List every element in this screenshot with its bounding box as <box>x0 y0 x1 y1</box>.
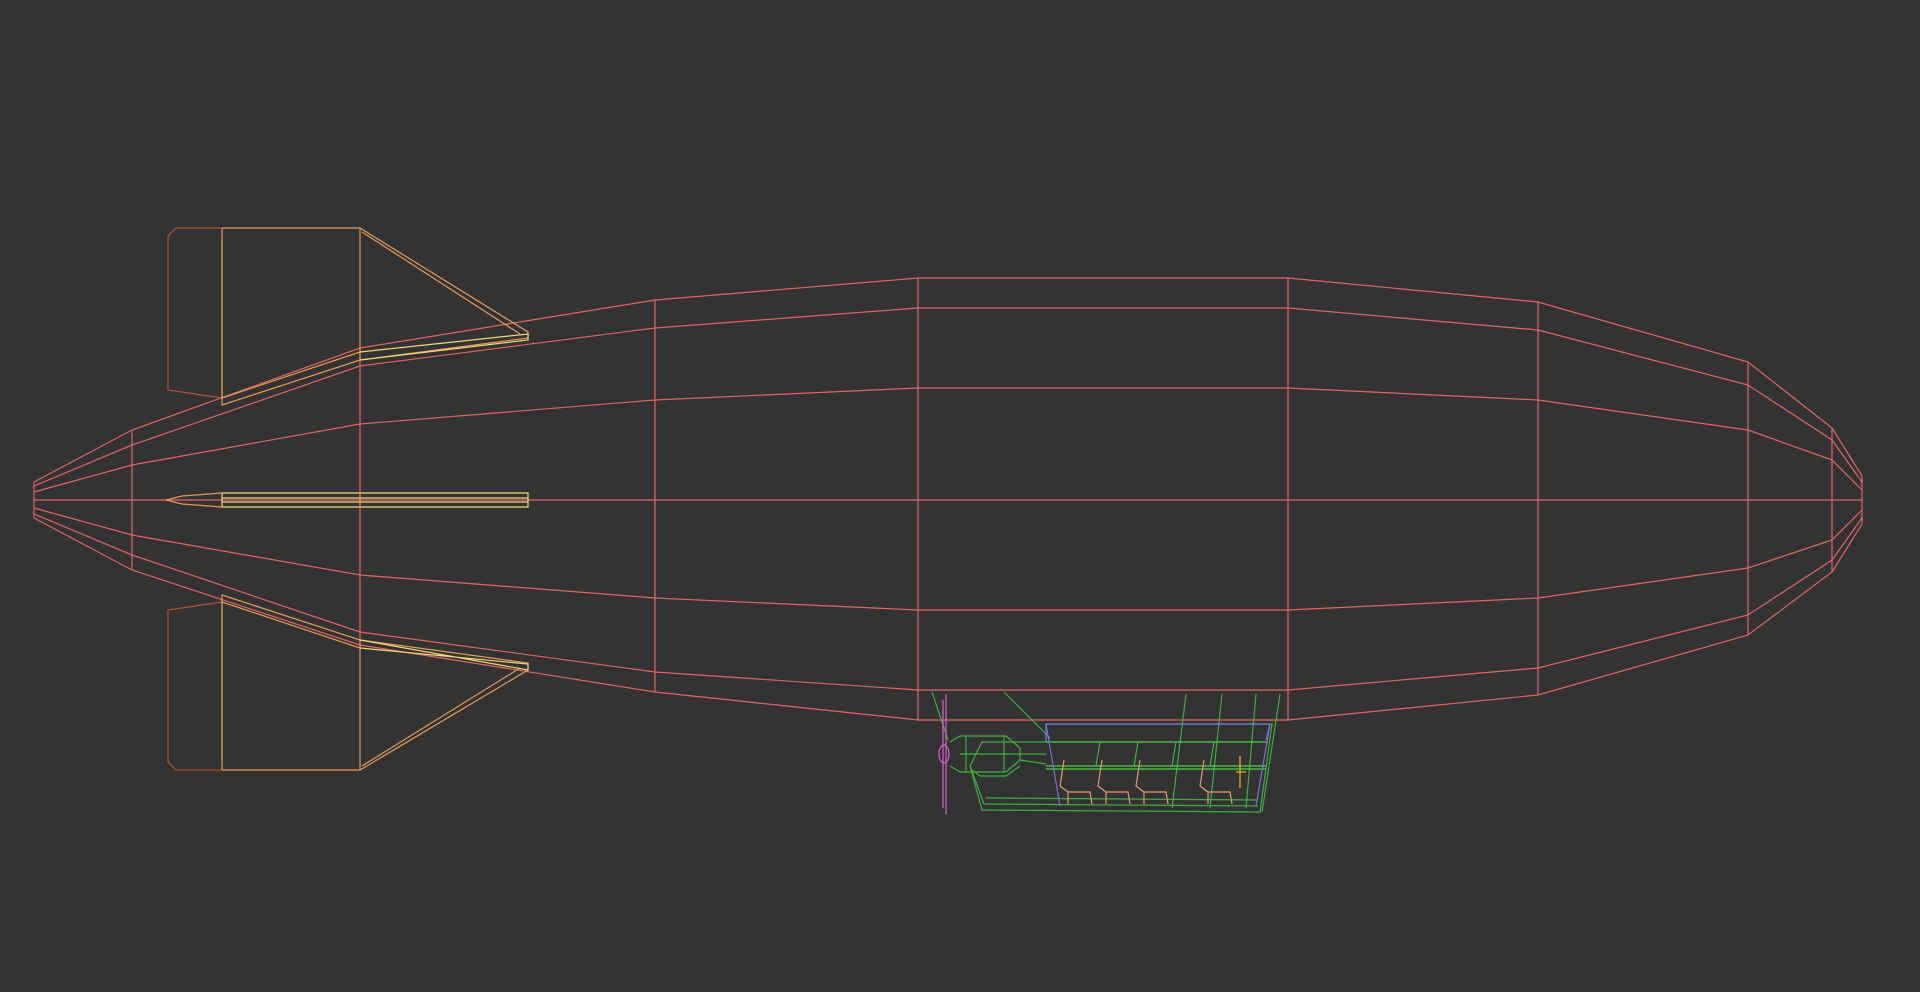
gondola-strut-5 <box>1246 694 1256 808</box>
seat-1-frame <box>1068 792 1092 804</box>
cabin-box <box>1046 724 1270 740</box>
upper-rudder <box>168 228 222 398</box>
upper-fin-diagonal <box>362 232 520 334</box>
upper-tail-fin[interactable] <box>168 228 528 405</box>
lower-fin-diagonal <box>362 668 520 766</box>
lower-rudder <box>168 602 222 770</box>
lower-fin-outline <box>222 595 528 770</box>
hull-long-1 <box>34 308 1862 486</box>
upper-fin-outline <box>222 228 528 405</box>
lower-fin-root <box>360 640 528 670</box>
engine-mount-lower <box>972 766 1020 776</box>
gondola-strut-2 <box>1004 692 1050 738</box>
seat-2-frame <box>1106 792 1130 804</box>
hull-long-4 <box>34 514 1862 690</box>
upper-fin-root-edge <box>222 352 360 398</box>
engine-mount <box>1020 760 1046 764</box>
hull-wireframe[interactable] <box>34 278 1862 720</box>
lower-tail-fin[interactable] <box>168 595 528 770</box>
seat-3-frame <box>1144 792 1168 804</box>
passenger-seats[interactable] <box>1060 756 1246 804</box>
seat-3-back <box>1136 760 1144 792</box>
propeller-icon[interactable] <box>939 694 949 814</box>
cabin-rear <box>1046 724 1060 806</box>
gondola-window-frame-3 <box>1172 742 1176 766</box>
gondola-floor <box>984 804 1258 806</box>
gondola-floor-2 <box>986 798 1258 800</box>
blimp-wireframe-scene[interactable] <box>0 0 1920 992</box>
seat-4-back <box>1200 760 1208 792</box>
gondola-strut-4 <box>1210 694 1222 808</box>
3d-viewport[interactable] <box>0 0 1920 992</box>
hull-long-2 <box>34 388 1862 492</box>
seat-1-back <box>1060 760 1068 792</box>
propeller-hub <box>939 745 949 763</box>
seat-2-back <box>1098 760 1106 792</box>
gondola-window-frame-4 <box>1210 742 1214 766</box>
pilot-control-icon[interactable] <box>1236 756 1246 788</box>
hull-long-3 <box>34 508 1862 610</box>
gondola-window-frame-1 <box>1096 742 1100 766</box>
gondola-window-frame-2 <box>1134 742 1138 766</box>
